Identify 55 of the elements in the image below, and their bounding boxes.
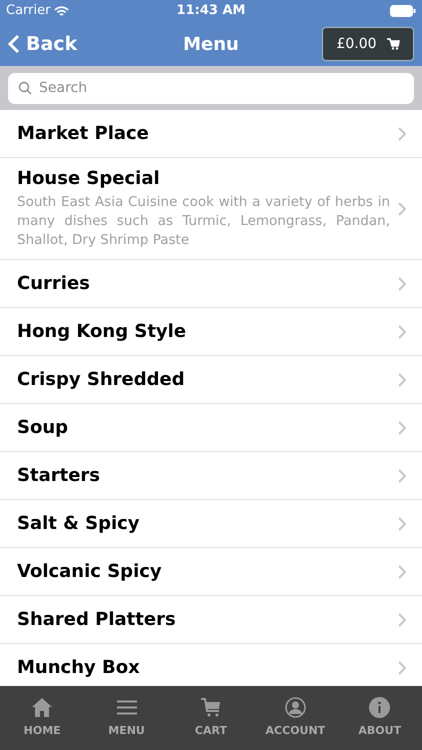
category-title: Starters <box>17 464 101 488</box>
wifi-icon <box>54 6 70 16</box>
category-row[interactable]: Market Place <box>0 110 422 157</box>
category-title: Hong Kong Style <box>17 320 188 344</box>
clock-label: 11:43 AM <box>176 2 246 20</box>
category-row[interactable]: Salt & Spicy <box>0 500 422 547</box>
category-row[interactable]: Crispy Shredded <box>0 356 422 403</box>
tab-bar-item[interactable]: MENU <box>86 696 167 740</box>
chevron-right-icon <box>398 202 406 216</box>
back-button[interactable]: Back <box>8 30 78 58</box>
menu-icon <box>116 700 137 714</box>
category-title: Shared Platters <box>17 608 177 632</box>
category-row[interactable]: Curries <box>0 260 422 307</box>
tab-bar-item[interactable]: CART <box>170 696 251 740</box>
cart-icon <box>386 38 400 50</box>
category-title: Munchy Box <box>17 656 141 680</box>
category-row[interactable]: Hong Kong Style <box>0 308 422 355</box>
category-title: Volcanic Spicy <box>17 560 163 584</box>
category-title: Soup <box>17 416 70 440</box>
cart-icon <box>200 698 221 716</box>
chevron-right-icon <box>398 324 406 338</box>
category-title: House Special <box>17 167 161 191</box>
chevron-right-icon <box>398 660 406 674</box>
home-icon <box>32 698 52 716</box>
chevron-right-icon <box>398 612 406 626</box>
category-row[interactable]: House Special South East Asia Cuisine cook with a variety of herbs in many dishes such as Turmic, Lemongrass, Pandan, Shallot, Dry Shrimp Paste <box>0 158 422 259</box>
chevron-right-icon <box>398 372 406 386</box>
chevron-right-icon <box>398 126 406 140</box>
chevron-right-icon <box>398 468 406 482</box>
battery-icon <box>390 5 416 17</box>
category-row[interactable]: Volcanic Spicy <box>0 548 422 595</box>
search-icon <box>18 80 32 94</box>
category-title: Market Place <box>17 122 150 146</box>
category-title: Crispy Shredded <box>17 368 186 392</box>
chevron-right-icon <box>398 564 406 578</box>
category-row[interactable]: Munchy Box <box>0 644 422 686</box>
chevron-right-icon <box>398 516 406 530</box>
category-description: South East Asia Cuisine cook with a variety of herbs in many dishes such as Turmic, Lemongrass, Pandan, Shallot, Dry Shrimp Paste <box>17 193 391 250</box>
category-row[interactable]: Starters <box>0 452 422 499</box>
tab-bar-item[interactable]: ACCOUNT <box>255 696 336 740</box>
chevron-right-icon <box>398 276 406 290</box>
info-icon <box>369 696 390 718</box>
category-row[interactable]: Shared Platters <box>0 596 422 643</box>
search-field[interactable]: Search <box>8 72 414 104</box>
account-icon <box>284 696 306 718</box>
chevron-right-icon <box>398 420 406 434</box>
category-title: Salt & Spicy <box>17 512 141 536</box>
carrier-label: Carrier <box>6 2 50 20</box>
category-title: Curries <box>17 272 91 296</box>
category-row[interactable]: Soup <box>0 404 422 451</box>
tab-bar-item[interactable]: HOME <box>2 696 82 740</box>
cart-total-button[interactable]: £0.00 <box>322 27 414 61</box>
chevron-left-icon <box>8 34 20 54</box>
tab-bar-item[interactable]: ABOUT <box>340 696 420 740</box>
page-title: Menu <box>183 32 239 56</box>
